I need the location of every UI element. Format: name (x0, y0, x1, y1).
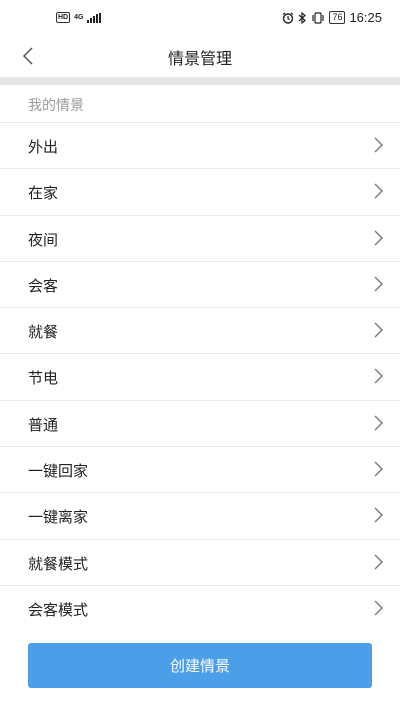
signal-icon (87, 12, 102, 23)
section-divider (0, 77, 400, 85)
chevron-right-icon (374, 276, 383, 292)
scene-label: 一键离家 (28, 508, 89, 527)
scene-label: 普通 (28, 415, 59, 434)
vibrate-icon (312, 11, 325, 24)
list-item[interactable]: 会客 (0, 262, 400, 309)
status-bar: HD 4G 76 16:25 (0, 0, 400, 36)
list-item[interactable]: 外出 (0, 123, 400, 170)
list-item[interactable]: 普通 (0, 401, 400, 448)
section-label: 我的情景 (28, 98, 84, 114)
list-item[interactable]: 会客模式 (0, 586, 400, 631)
scene-label: 一键回家 (28, 462, 89, 481)
list-item[interactable]: 节电 (0, 354, 400, 401)
list-item[interactable]: 夜间 (0, 216, 400, 262)
status-left: HD 4G (56, 12, 102, 23)
scene-label: 会客模式 (28, 600, 89, 619)
page-title: 情景管理 (167, 49, 232, 68)
chevron-right-icon (374, 322, 383, 338)
list-item[interactable]: 就餐 (0, 308, 400, 355)
chevron-right-icon (374, 600, 383, 616)
chevron-right-icon (374, 461, 383, 477)
chevron-right-icon (374, 183, 383, 199)
chevron-right-icon (374, 554, 383, 570)
alarm-icon (283, 12, 294, 24)
list-item[interactable]: 一键回家 (0, 447, 400, 494)
create-scene-button[interactable]: 创建情景 (28, 643, 372, 688)
nav-bar: 情景管理 (0, 36, 400, 76)
scene-label: 就餐 (28, 323, 59, 342)
scene-label: 节电 (28, 369, 59, 388)
status-right: 76 16:25 (282, 10, 382, 25)
scene-label: 会客 (28, 276, 59, 295)
chevron-right-icon (374, 368, 383, 384)
section-header: 我的情景 (0, 85, 400, 123)
status-time: 16:25 (349, 10, 382, 25)
chevron-right-icon (374, 137, 383, 153)
scene-label: 夜间 (28, 230, 59, 249)
chevron-right-icon (374, 415, 383, 431)
scene-list: 外出 在家 夜间 会客 就餐 节电 普通 一键回家 一键离家 就餐模式 会客模式 (0, 123, 400, 631)
list-item[interactable]: 就餐模式 (0, 540, 400, 586)
hd-badge: HD (56, 12, 71, 23)
chevron-right-icon (374, 507, 383, 523)
bluetooth-icon (299, 11, 307, 24)
list-item[interactable]: 一键离家 (0, 493, 400, 540)
scene-label: 就餐模式 (28, 554, 89, 573)
scene-label: 在家 (28, 184, 59, 203)
battery-icon: 76 (329, 11, 346, 24)
network-label: 4G (74, 13, 84, 21)
list-item[interactable]: 在家 (0, 169, 400, 216)
scene-label: 外出 (28, 138, 59, 156)
chevron-right-icon (374, 230, 383, 246)
